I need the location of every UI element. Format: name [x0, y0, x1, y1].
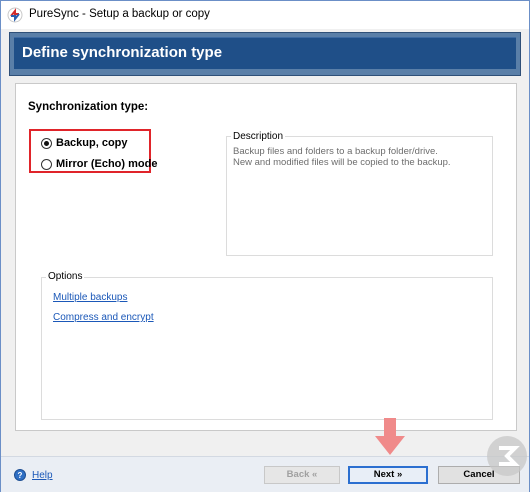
watermark-logo: [487, 436, 527, 476]
radio-button-unchecked[interactable]: [41, 158, 52, 170]
content-panel: Synchronization type: Backup, copy Mirro…: [15, 83, 517, 431]
banner-inner: Define synchronization type: [14, 37, 516, 69]
radio-label: Backup, copy: [56, 137, 128, 149]
header-banner: Define synchronization type: [9, 32, 521, 76]
next-button[interactable]: Next »: [348, 466, 428, 484]
page-title: Define synchronization type: [22, 44, 223, 61]
window-title: PureSync - Setup a backup or copy: [29, 8, 210, 20]
radio-button-checked[interactable]: [41, 137, 52, 149]
multiple-backups-link[interactable]: Multiple backups: [53, 292, 127, 303]
help-link[interactable]: Help: [32, 470, 53, 481]
back-button[interactable]: Back «: [264, 466, 340, 484]
compress-encrypt-link[interactable]: Compress and encrypt: [53, 312, 154, 323]
description-group: Description Backup files and folders to …: [226, 131, 493, 256]
radio-label: Mirror (Echo) mode: [56, 158, 158, 170]
description-text: Backup files and folders to a backup fol…: [233, 146, 451, 168]
radio-backup-copy[interactable]: Backup, copy: [41, 136, 128, 150]
help-icon[interactable]: ?: [14, 469, 26, 481]
down-arrow-icon: [375, 418, 405, 455]
highlight-box: Backup, copy Mirror (Echo) mode: [29, 129, 157, 173]
puresync-app-icon: [7, 7, 23, 23]
options-legend: Options: [46, 271, 85, 282]
setup-window: PureSync - Setup a backup or copy Define…: [0, 0, 530, 492]
sync-type-label: Synchronization type:: [28, 101, 149, 113]
radio-mirror-mode[interactable]: Mirror (Echo) mode: [41, 157, 157, 171]
footer-bar: ? Help Back « Next » Cancel: [1, 456, 529, 492]
description-legend: Description: [231, 131, 286, 142]
title-bar: PureSync - Setup a backup or copy: [1, 1, 529, 29]
options-group: Options Multiple backups Compress and en…: [41, 271, 493, 420]
